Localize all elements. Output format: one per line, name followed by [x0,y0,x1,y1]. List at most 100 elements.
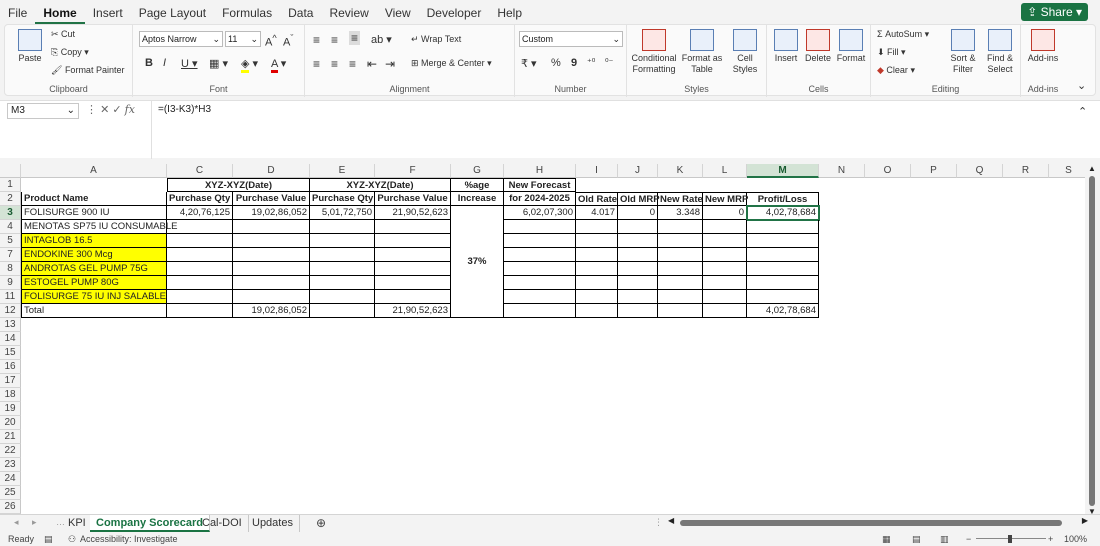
empty-cell[interactable] [504,290,576,304]
column-header-l[interactable]: L [703,164,747,178]
empty-cell[interactable] [618,248,658,262]
tab-formulas[interactable]: Formulas [214,0,280,24]
header-forecast-year[interactable]: for 2024-2025 [504,192,576,206]
format-as-table-button[interactable]: Format as Table [681,29,723,75]
align-right-icon[interactable]: ≡ [349,57,356,71]
empty-cell[interactable] [658,290,703,304]
product-name-cell[interactable]: ENDOKINE 300 Mcg [21,248,167,262]
expand-formula-icon[interactable]: ⌃ [1078,105,1087,118]
product-name-cell[interactable]: MENOTAS SP75 IU CONSUMABLE [21,220,177,234]
column-header-m[interactable]: M [747,164,819,178]
column-header-g[interactable]: G [451,164,504,178]
zoom-level[interactable]: 100% [1064,532,1087,546]
empty-cell[interactable] [747,248,819,262]
row-header[interactable]: 15 [0,346,21,360]
product-name-cell[interactable]: INTAGLOB 16.5 [21,234,167,248]
normal-view-icon[interactable]: ▦ [882,532,891,546]
row-header[interactable]: 17 [0,374,21,388]
scroll-up-icon[interactable]: ▲ [1088,164,1096,173]
fill-color-button[interactable]: ◈ ▾ [241,57,258,73]
empty-cell[interactable] [310,220,375,234]
empty-cell[interactable] [747,290,819,304]
zoom-out-icon[interactable]: − [966,532,971,546]
collapse-ribbon-icon[interactable]: ⌄ [1077,79,1086,92]
decrease-decimal-icon[interactable]: ⁰⁻ [605,57,613,68]
empty-cell[interactable] [233,234,310,248]
empty-cell[interactable] [310,290,375,304]
total-profit-loss-cell[interactable]: 4,02,78,684 [747,304,819,318]
tab-scroll-right-icon[interactable]: ▸ [32,517,37,528]
empty-cell[interactable] [375,220,451,234]
underline-button[interactable]: U ▾ [181,57,198,70]
empty-cell[interactable] [576,304,618,318]
row-header[interactable]: 4 [0,220,21,234]
product-name-cell[interactable]: FOLISURGE 900 IU [21,206,167,220]
bold-button[interactable]: B [145,57,153,69]
conditional-formatting-button[interactable]: Conditional Formatting [631,29,677,75]
empty-cell[interactable] [618,234,658,248]
column-header-s[interactable]: S [1049,164,1085,178]
header-new-mrp[interactable]: New MRP [703,192,748,206]
empty-cell[interactable] [504,234,576,248]
tab-data[interactable]: Data [280,0,321,24]
row-header[interactable]: 14 [0,332,21,346]
header-purchase-qty[interactable]: Purchase Qty [167,192,233,206]
orientation-icon[interactable]: ab ▾ [371,33,392,46]
empty-cell[interactable] [658,220,703,234]
empty-cell[interactable] [310,248,375,262]
empty-cell[interactable] [310,262,375,276]
header-new-forecast[interactable]: New Forecast [504,178,576,192]
add-sheet-icon[interactable]: ⊕ [316,516,326,530]
row-header[interactable]: 9 [0,276,21,290]
column-header-k[interactable]: K [658,164,703,178]
increase-indent-icon[interactable]: ⇥ [385,57,395,71]
empty-cell[interactable] [233,220,310,234]
empty-cell[interactable] [658,276,703,290]
header-product-name[interactable]: Product Name [21,192,167,206]
empty-cell[interactable] [233,276,310,290]
autosum-button[interactable]: Σ AutoSum ▾ [877,29,929,40]
empty-cell[interactable] [747,276,819,290]
scroll-left-icon[interactable]: ◀ [668,516,674,525]
header-new-rate[interactable]: New Rate [658,192,703,206]
product-name-cell[interactable]: FOLISURGE 75 IU INJ SALABLE [21,290,167,304]
forecast-cell[interactable]: 6,02,07,300 [504,206,576,220]
tab-scroll-left-icon[interactable]: ◂ [14,517,19,528]
percentage-increase-merged[interactable]: 37% [451,206,504,318]
tab-page-layout[interactable]: Page Layout [131,0,214,24]
total-purchase-value-cell[interactable]: 19,02,86,052 [233,304,310,318]
old-rate-cell[interactable]: 4.017 [576,206,618,220]
row-header[interactable]: 12 [0,304,21,318]
cell-styles-button[interactable]: Cell Styles [727,29,763,75]
share-button[interactable]: ⇪ Share ▾ [1021,3,1088,21]
shrink-font-button[interactable]: Aˇ [283,33,293,49]
header-percentage[interactable]: %age [451,178,504,192]
purchase-qty-cell[interactable]: 5,01,72,750 [310,206,375,220]
empty-cell[interactable] [703,276,747,290]
borders-button[interactable]: ▦ ▾ [209,57,228,70]
header-period-2[interactable]: XYZ-XYZ(Date) [310,178,451,192]
currency-button[interactable]: ₹ ▾ [521,57,537,70]
row-header[interactable]: 23 [0,458,21,472]
row-header[interactable]: 7 [0,248,21,262]
column-header-r[interactable]: R [1003,164,1049,178]
header-profit-loss[interactable]: Profit/Loss [747,192,819,206]
empty-cell[interactable] [658,304,703,318]
sheet-tab-updates[interactable]: Updates [246,515,300,532]
empty-cell[interactable] [310,234,375,248]
format-cells-button[interactable]: Format [835,29,867,64]
empty-cell[interactable] [167,234,233,248]
cut-button[interactable]: ✂ Cut [51,29,75,40]
worksheet-grid[interactable]: A C D E F G H I J K L M N O P Q R S 1 2 … [0,164,1085,514]
empty-cell[interactable] [167,304,233,318]
page-break-icon[interactable]: ▥ [940,532,949,546]
tab-view[interactable]: View [377,0,419,24]
empty-cell[interactable] [576,248,618,262]
row-header[interactable]: 19 [0,402,21,416]
empty-cell[interactable] [703,290,747,304]
empty-cell[interactable] [618,304,658,318]
horizontal-scroll-thumb[interactable] [680,520,1062,526]
font-size-select[interactable]: 11 ⌄ [225,31,261,47]
header-purchase-value[interactable]: Purchase Value [375,192,451,206]
empty-cell[interactable] [504,262,576,276]
